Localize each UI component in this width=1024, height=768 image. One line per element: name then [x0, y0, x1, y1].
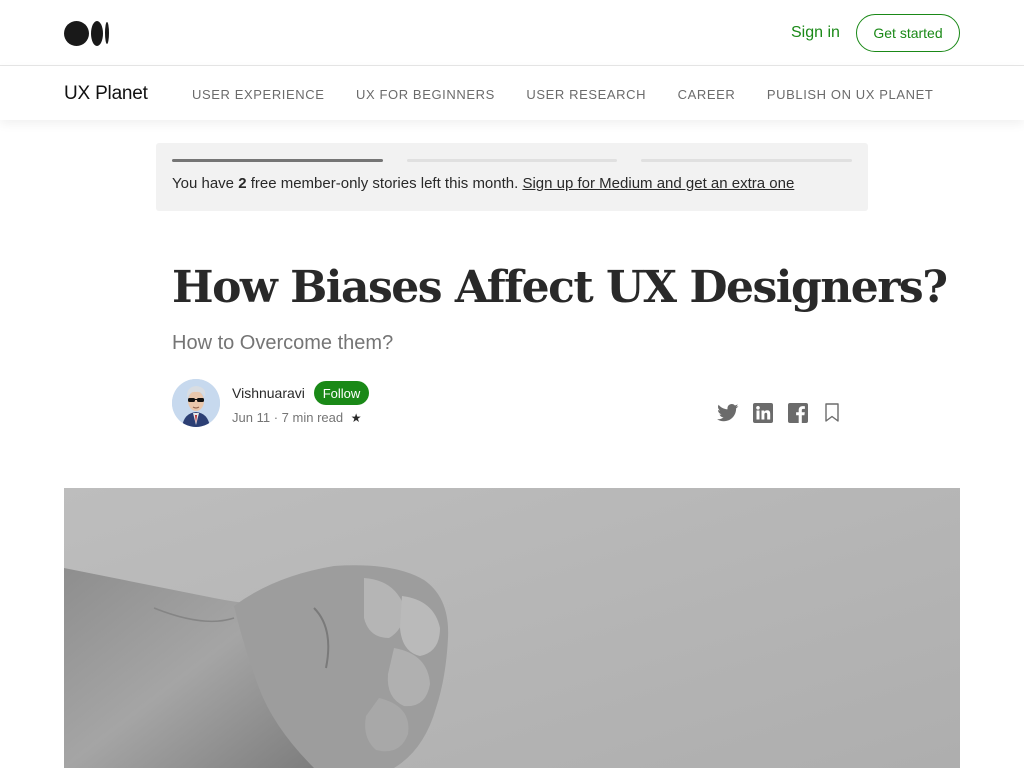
member-stories-banner: You have 2 free member-only stories left…: [156, 143, 868, 211]
author-name[interactable]: Vishnuaravi: [232, 385, 305, 401]
follow-button[interactable]: Follow: [314, 381, 369, 405]
author-avatar[interactable]: [172, 379, 220, 427]
nav-link-career[interactable]: CAREER: [678, 87, 736, 103]
article-subtitle: How to Overcome them?: [172, 332, 394, 354]
twitter-icon[interactable]: [717, 402, 739, 424]
signup-extra-link[interactable]: Sign up for Medium and get an extra one: [522, 175, 794, 192]
banner-text-prefix: You have: [172, 175, 239, 192]
get-started-button[interactable]: Get started: [856, 14, 960, 52]
nav-link-publish[interactable]: PUBLISH ON UX PLANET: [767, 87, 934, 103]
linkedin-icon[interactable]: [752, 402, 774, 424]
read-time: 7 min read: [281, 410, 344, 425]
medium-logo-icon[interactable]: [64, 20, 110, 46]
nav-link-user-experience[interactable]: USER EXPERIENCE: [192, 87, 325, 103]
publication-nav: UX Planet USER EXPERIENCE UX FOR BEGINNE…: [0, 66, 1024, 120]
story-progress-segment-1: [172, 159, 383, 162]
publication-nav-links: USER EXPERIENCE UX FOR BEGINNERS USER RE…: [192, 86, 960, 104]
publish-date: Jun 11: [232, 410, 271, 425]
bookmark-icon[interactable]: [821, 402, 843, 424]
sign-in-link[interactable]: Sign in: [791, 23, 840, 43]
facebook-icon[interactable]: [787, 402, 809, 424]
story-progress-segment-2: [407, 159, 617, 162]
nav-link-user-research[interactable]: USER RESEARCH: [526, 87, 646, 103]
nav-link-ux-for-beginners[interactable]: UX FOR BEGINNERS: [356, 87, 495, 103]
story-progress-segment-3: [641, 159, 852, 162]
banner-text: You have 2 free member-only stories left…: [172, 175, 794, 193]
publication-name[interactable]: UX Planet: [64, 83, 148, 105]
banner-text-suffix: free member-only stories left this month…: [246, 175, 523, 192]
member-star-icon: ★: [350, 411, 362, 425]
article-meta: Jun 11 · 7 min read ★: [232, 410, 361, 425]
meta-separator: ·: [273, 410, 279, 425]
article-title: How Biases Affect UX Designers?: [172, 262, 948, 313]
top-bar: Sign in Get started: [0, 0, 1024, 66]
stories-left-count: 2: [238, 175, 247, 192]
hero-image: [64, 488, 960, 768]
